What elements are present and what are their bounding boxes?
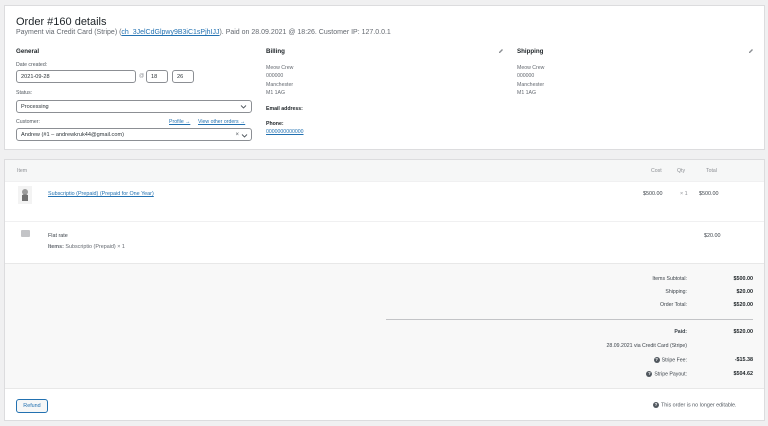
- date-created-input[interactable]: 2021-09-28: [16, 70, 136, 83]
- at-symbol: @: [139, 73, 145, 79]
- status-label: Status:: [16, 90, 33, 96]
- shipping-method-name: Flat rate: [48, 233, 68, 239]
- product-thumbnail: [18, 186, 32, 204]
- paid-note: 28.09.2021 via Credit Card (Stripe): [606, 343, 687, 349]
- stripe-payout-value: $504.62: [733, 371, 754, 377]
- paid-label: Paid:: [674, 329, 687, 335]
- shipping-items-meta: Items: Subscriptio (Prepaid) × 1: [48, 244, 125, 250]
- minute-input[interactable]: 26: [172, 70, 194, 83]
- general-column: General: [16, 48, 256, 55]
- page-title: Order #160 details: [16, 16, 107, 28]
- chevron-down-icon: [240, 105, 247, 109]
- edit-billing-pencil-icon[interactable]: [498, 48, 504, 54]
- help-tip-icon[interactable]: ?: [646, 371, 653, 377]
- shipping-label: Shipping:: [665, 289, 687, 295]
- email-label: Email address:: [266, 106, 303, 112]
- edit-shipping-pencil-icon[interactable]: [748, 48, 754, 54]
- items-table-header: Item Cost Qty Total: [5, 160, 764, 182]
- line-item-cost: $500.00: [643, 191, 663, 197]
- line-item-total: $500.00: [699, 191, 719, 197]
- shipping-column: Shipping: [517, 48, 543, 55]
- shipping-line-icon: [21, 230, 30, 237]
- order-items-panel: Item Cost Qty Total Subscriptio (Prepaid…: [4, 159, 765, 421]
- phone-label: Phone:: [266, 121, 284, 127]
- stripe-payout-label: ? Stripe Payout:: [646, 371, 687, 378]
- paid-value: $520.00: [733, 329, 754, 335]
- order-data-panel: Order #160 details Payment via Credit Ca…: [4, 5, 765, 150]
- customer-label: Customer:: [16, 119, 40, 125]
- header-total: Total: [706, 168, 717, 174]
- stripe-fee-value: -$15.38: [734, 357, 753, 363]
- help-tip-icon[interactable]: ?: [653, 357, 660, 363]
- date-created-label: Date created:: [16, 62, 48, 68]
- shipping-line-total: $20.00: [704, 233, 721, 239]
- customer-profile-link[interactable]: Profile →: [169, 119, 190, 125]
- order-totals: Items Subtotal: $500.00 Shipping: $20.00…: [5, 263, 764, 389]
- hour-input[interactable]: 18: [146, 70, 168, 83]
- row-divider: [5, 221, 764, 222]
- shipping-address: Meow Crew 000000 Manchester M1 1AG: [517, 65, 545, 97]
- not-editable-note: ? This order is no longer editable.: [653, 402, 737, 409]
- billing-address: Meow Crew 000000 Manchester M1 1AG: [266, 65, 294, 97]
- subtotal-value: $500.00: [733, 276, 754, 282]
- chevron-down-icon: [241, 134, 248, 138]
- shipping-heading: Shipping: [517, 48, 544, 55]
- payment-meta: Payment via Credit Card (Stripe) (ch_3Je…: [16, 29, 391, 36]
- status-select[interactable]: Processing: [16, 100, 252, 113]
- general-heading: General: [16, 48, 40, 55]
- view-other-orders-link[interactable]: View other orders →: [198, 119, 245, 125]
- order-total-value: $520.00: [733, 302, 754, 308]
- stripe-charge-link[interactable]: ch_3JelCdGlpwy9B3iC1sPjhIJJ: [121, 29, 219, 36]
- billing-column: Billing: [266, 48, 285, 55]
- header-qty: Qty: [677, 168, 686, 174]
- refund-button[interactable]: Refund: [16, 399, 48, 413]
- info-icon: ?: [653, 402, 659, 408]
- header-cost: Cost: [651, 168, 662, 174]
- subtotal-label: Items Subtotal:: [652, 276, 687, 282]
- customer-select[interactable]: Andrew (#1 – andrewkruk44@gmail.com) ×: [16, 128, 252, 141]
- billing-heading: Billing: [266, 48, 285, 55]
- line-item-name-link[interactable]: Subscriptio (Prepaid) (Prepaid for One Y…: [48, 191, 154, 197]
- status-value: Processing: [21, 103, 49, 110]
- totals-divider: [386, 319, 753, 320]
- clear-customer-icon[interactable]: ×: [235, 132, 239, 138]
- phone-link[interactable]: 0000000000000: [266, 129, 304, 135]
- stripe-fee-label: ? Stripe Fee:: [653, 357, 687, 364]
- order-total-label: Order Total:: [659, 302, 687, 308]
- header-item: Item: [17, 168, 28, 174]
- customer-value: Andrew (#1 – andrewkruk44@gmail.com): [21, 131, 124, 138]
- line-item-qty: × 1: [680, 191, 688, 197]
- shipping-value: $20.00: [736, 289, 754, 295]
